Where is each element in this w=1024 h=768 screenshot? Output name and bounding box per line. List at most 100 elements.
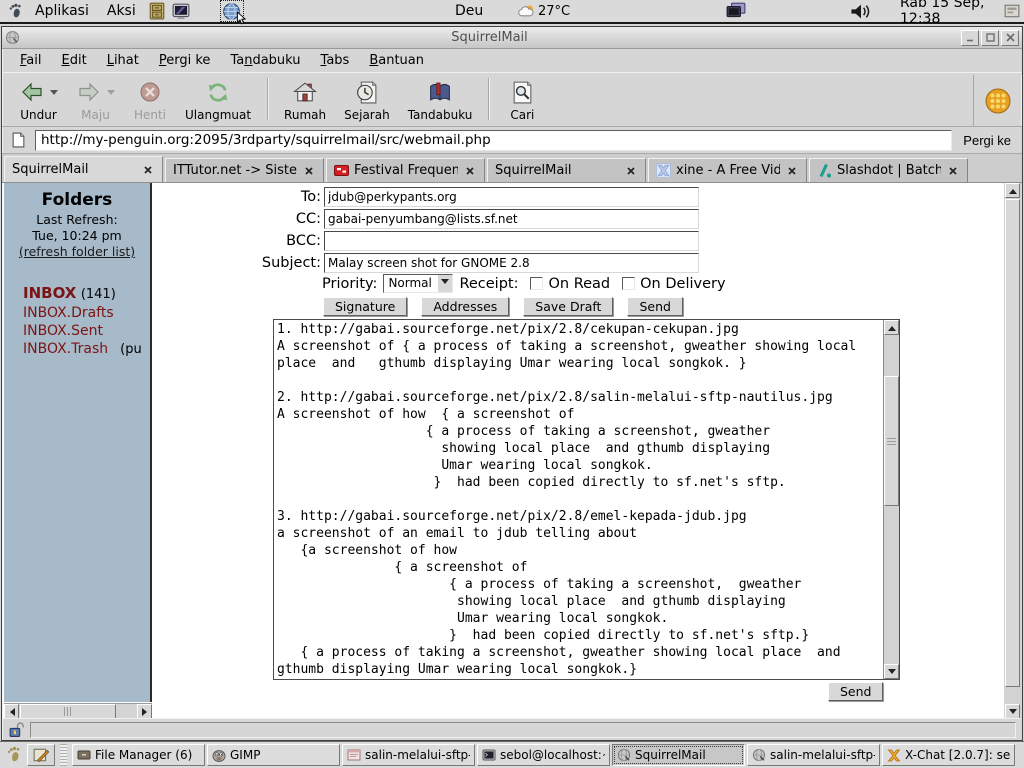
volume-applet[interactable] [850,0,872,22]
tab-festival[interactable]: Festival Frequently... [326,158,485,182]
notes-applet[interactable] [27,744,55,766]
message-body[interactable]: 1. http://gabai.sourceforge.net/pix/2.8/… [274,320,883,679]
minimize-button[interactable] [961,30,979,46]
home-button[interactable]: Rumah [275,75,335,122]
maximize-button[interactable] [981,30,999,46]
task-gimp[interactable]: GIMP [207,744,340,766]
task-salin-browser[interactable]: salin-melalui-sftp-n [747,744,880,766]
tab-close-icon[interactable] [302,164,316,178]
send-button-bottom[interactable]: Send [828,682,883,701]
folder-inbox-drafts[interactable]: INBOX.Drafts [23,304,150,322]
gnome-foot-icon[interactable] [3,744,25,766]
note-pencil-icon [33,748,49,762]
to-field[interactable] [324,187,699,207]
menu-pergi-ke[interactable]: Pergi ke [149,51,221,70]
forward-button[interactable]: Maju [67,75,124,122]
sidebar-hscrollbar[interactable] [4,703,152,719]
priority-select[interactable]: Normal [383,274,453,293]
tab-squirrelmail-2[interactable]: SquirrelMail [487,158,646,182]
scroll-thumb[interactable] [20,704,116,719]
tray-icon[interactable] [1004,0,1020,22]
scroll-thumb[interactable] [1005,199,1020,687]
tab-xine[interactable]: xine - A Free Video ... [648,158,807,182]
folder-inbox[interactable]: INBOX (141) [23,284,150,304]
scroll-left-button[interactable] [4,704,19,719]
gnome-foot-icon[interactable] [4,3,26,20]
reload-button[interactable]: Ulangmuat [176,75,260,122]
tab-close-icon[interactable] [624,164,638,178]
bottom-taskbar: File Manager (6) GIMP salin-melalui-sftp… [0,741,1024,768]
menu-fail[interactable]: Fail [10,51,52,70]
folder-inbox-trash[interactable]: INBOX.Trash(pu [23,340,150,359]
back-dropdown[interactable] [50,90,58,99]
tab-ittutor[interactable]: ITTutor.net -> Sistem ... [165,158,324,182]
menu-edit[interactable]: Edit [52,51,97,70]
on-read-checkbox[interactable] [530,277,543,290]
top-panel: Aplikasi Aksi Deu 27°C Rab 15 Sep, 12:38 [0,0,1024,24]
history-button[interactable]: Sejarah [335,75,399,122]
window-title: SquirrelMail [20,30,959,45]
on-delivery-checkbox[interactable] [622,277,635,290]
tab-close-icon[interactable] [463,164,477,178]
scroll-right-button[interactable] [137,704,152,719]
save-draft-button[interactable]: Save Draft [523,297,613,316]
titlebar[interactable]: SquirrelMail [2,27,1022,49]
keyboard-layout-indicator[interactable]: Deu [455,0,483,22]
terminal-launcher[interactable] [170,1,192,21]
window-icon [5,30,20,45]
menu-bantuan[interactable]: Bantuan [359,51,434,70]
task-squirrelmail[interactable]: SquirrelMail [612,744,745,766]
url-input[interactable] [35,130,952,151]
bcc-field[interactable] [324,231,699,251]
stop-button[interactable]: Henti [124,75,176,122]
cc-field[interactable] [324,209,699,229]
menu-tabs[interactable]: Tabs [311,51,360,70]
menu-aplikasi[interactable]: Aplikasi [26,1,98,21]
page-content: Folders Last Refresh: Tue, 10:24 pm (ref… [3,183,1021,719]
page-icon[interactable] [7,130,30,151]
subject-field[interactable] [324,253,699,273]
scroll-down-button[interactable] [1005,704,1020,719]
refresh-folder-list-link[interactable]: (refresh folder list) [19,244,135,259]
scroll-up-button[interactable] [1005,183,1020,198]
tab-close-icon[interactable] [141,163,155,177]
folder-inbox-sent[interactable]: INBOX.Sent [23,322,150,340]
security-lock-icon[interactable] [8,721,25,738]
subject-label: Subject: [154,255,324,271]
addresses-button[interactable]: Addresses [421,297,509,316]
find-button[interactable]: Cari [496,75,548,122]
body-vscrollbar[interactable] [883,320,899,679]
close-button[interactable] [1001,30,1019,46]
task-salin-editor[interactable]: salin-melalui-sftp-n [342,744,475,766]
back-arrow-icon [19,80,45,104]
task-xchat[interactable]: X-Chat [2.0.7]: sebol [882,744,1015,766]
tab-squirrelmail-1[interactable]: SquirrelMail [4,156,163,182]
cloud-sun-icon [518,4,535,18]
send-button-top[interactable]: Send [627,297,682,316]
last-refresh-time: Tue, 10:24 pm [4,228,150,244]
go-button[interactable]: Pergi ke [957,131,1017,150]
signature-button[interactable]: Signature [323,297,407,316]
back-button[interactable]: Undur [10,75,67,122]
scroll-down-button[interactable] [884,664,899,679]
menu-aksi[interactable]: Aksi [98,1,145,21]
task-file-manager[interactable]: File Manager (6) [72,744,205,766]
menu-tandabuku[interactable]: Tandabuku [220,51,310,70]
forward-dropdown[interactable] [107,90,115,99]
scroll-up-button[interactable] [884,320,899,335]
tab-close-icon[interactable] [946,164,960,178]
page-vscrollbar[interactable] [1004,183,1021,719]
location-bar: Pergi ke [2,127,1022,154]
bookmarks-button[interactable]: Tandabuku [399,75,482,122]
scroll-thumb[interactable] [884,376,899,506]
tab-slashdot[interactable]: Slashdot | Batch-o... [809,158,968,182]
bcc-label: BCC: [154,233,324,249]
task-terminal[interactable]: sebol@localhost:~/ [477,744,610,766]
tab-close-icon[interactable] [785,164,799,178]
file-cabinet-launcher[interactable] [146,1,168,21]
menu-lihat[interactable]: Lihat [97,51,149,70]
weather-applet[interactable]: 27°C [518,0,570,22]
web-browser-launcher[interactable] [221,1,243,21]
tasklist-handle[interactable] [60,744,67,766]
workspace-switcher[interactable] [726,0,746,22]
